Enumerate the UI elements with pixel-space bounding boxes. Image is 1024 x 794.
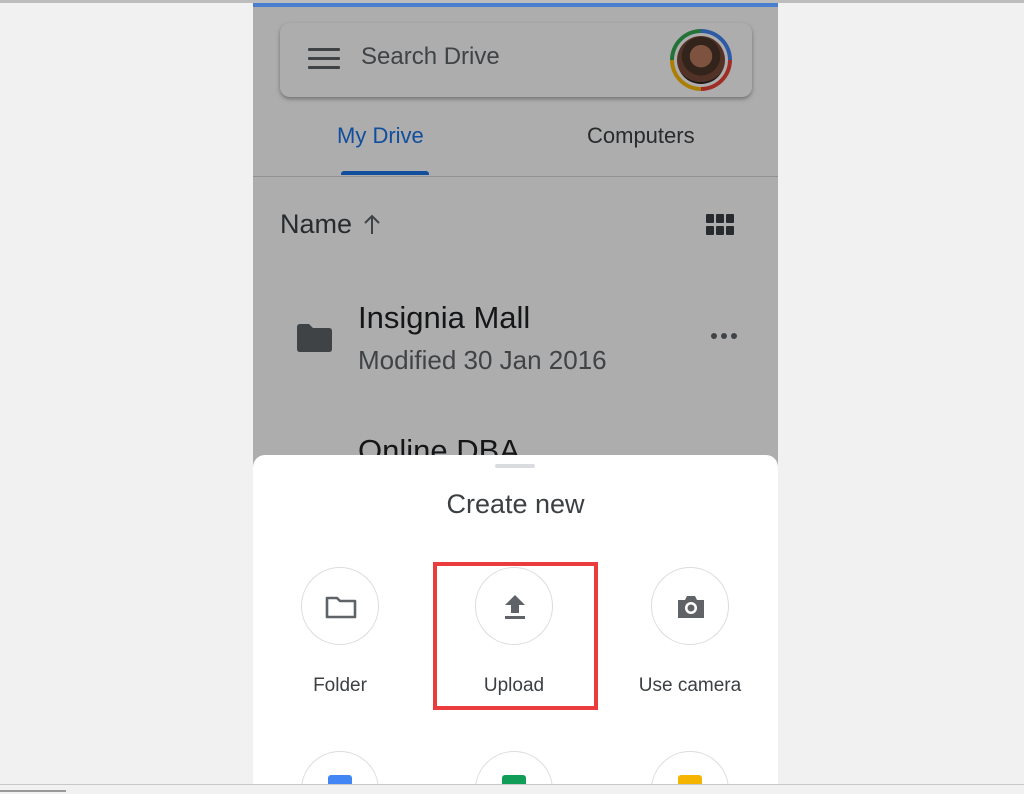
google-sheets-icon [502, 775, 526, 784]
action-circle [475, 567, 553, 645]
action-label: Upload [483, 675, 545, 696]
create-slides-button[interactable] [651, 751, 729, 784]
status-accent-line [253, 3, 778, 7]
create-new-sheet: Create new Folder Upload Use camera [253, 455, 778, 784]
phone-screen: Search Drive My Drive Computers Name Ins… [253, 3, 778, 784]
create-docs-button[interactable] [301, 751, 379, 784]
action-circle [301, 567, 379, 645]
action-label: Folder [313, 675, 367, 696]
sheet-title: Create new [446, 489, 585, 519]
action-circle [651, 567, 729, 645]
window-bottom-border [0, 784, 1024, 785]
create-folder-button[interactable]: Folder [275, 567, 405, 707]
create-sheets-button[interactable] [475, 751, 553, 784]
folder-outline-icon [325, 596, 357, 619]
scrollbar-mark [0, 790, 66, 792]
google-docs-icon [328, 775, 352, 784]
sheet-drag-handle[interactable] [495, 464, 535, 468]
action-label: Use camera [638, 675, 742, 696]
google-slides-icon [678, 775, 702, 784]
camera-icon [678, 596, 704, 618]
use-camera-button[interactable]: Use camera [625, 567, 755, 707]
upload-button[interactable]: Upload [449, 567, 579, 707]
upload-icon [505, 595, 525, 619]
